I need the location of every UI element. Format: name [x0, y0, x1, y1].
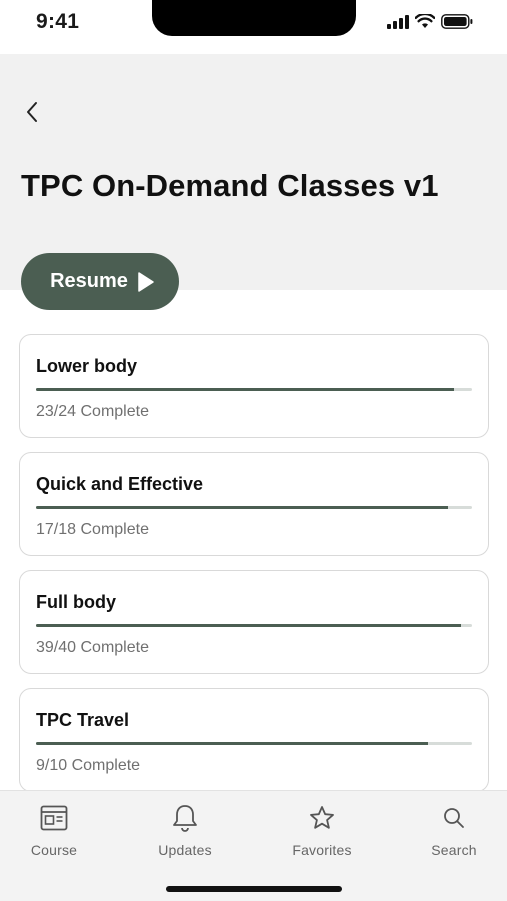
- page-title: TPC On-Demand Classes v1: [21, 168, 439, 203]
- course-title: Lower body: [36, 356, 138, 376]
- progress-fill: [36, 742, 429, 745]
- progress-fill: [36, 388, 454, 391]
- home-indicator: [166, 886, 342, 892]
- course-icon: [40, 805, 68, 831]
- course-title: Full body: [36, 592, 116, 612]
- course-status: 39/40 Complete: [36, 639, 149, 656]
- bell-icon: [173, 805, 197, 832]
- tab-updates[interactable]: Updates: [130, 803, 240, 858]
- tab-bar: Course Updates Favorites Search: [0, 790, 507, 901]
- search-icon: [444, 808, 464, 828]
- play-icon: [138, 271, 154, 292]
- status-time: 9:41: [36, 10, 80, 33]
- battery-icon: [441, 14, 473, 29]
- course-card[interactable]: Quick and Effective 17/18 Complete: [19, 452, 489, 556]
- tab-search[interactable]: Search: [399, 803, 507, 858]
- signal-icon: [387, 14, 409, 29]
- tab-label: Search: [431, 842, 477, 858]
- resume-label: Resume: [50, 270, 128, 292]
- course-card[interactable]: TPC Travel 9/10 Complete: [19, 688, 489, 792]
- progress-fill: [36, 624, 462, 627]
- back-button[interactable]: [18, 98, 46, 126]
- status-bar: 9:41: [0, 0, 507, 54]
- tab-label: Course: [30, 842, 78, 858]
- course-status: 17/18 Complete: [36, 521, 149, 538]
- progress-fill: [36, 506, 448, 509]
- status-icons: [387, 14, 473, 29]
- star-icon: [310, 806, 334, 829]
- progress-bar: [36, 742, 472, 745]
- course-status: 9/10 Complete: [36, 757, 141, 774]
- chevron-left-icon: [27, 102, 37, 122]
- tab-label: Favorites: [292, 842, 352, 858]
- course-title: Quick and Effective: [36, 474, 204, 494]
- course-card[interactable]: Full body 39/40 Complete: [19, 570, 489, 674]
- wifi-icon: [415, 14, 435, 28]
- course-title: TPC Travel: [36, 710, 130, 730]
- course-status: 23/24 Complete: [36, 403, 149, 420]
- tab-course[interactable]: Course: [0, 803, 109, 858]
- notch: [152, 0, 356, 36]
- progress-bar: [36, 388, 472, 391]
- tab-favorites[interactable]: Favorites: [267, 803, 377, 858]
- tab-label: Updates: [158, 842, 212, 858]
- progress-bar: [36, 624, 472, 627]
- progress-bar: [36, 506, 472, 509]
- course-card[interactable]: Lower body 23/24 Complete: [19, 334, 489, 438]
- resume-button[interactable]: Resume: [21, 253, 179, 310]
